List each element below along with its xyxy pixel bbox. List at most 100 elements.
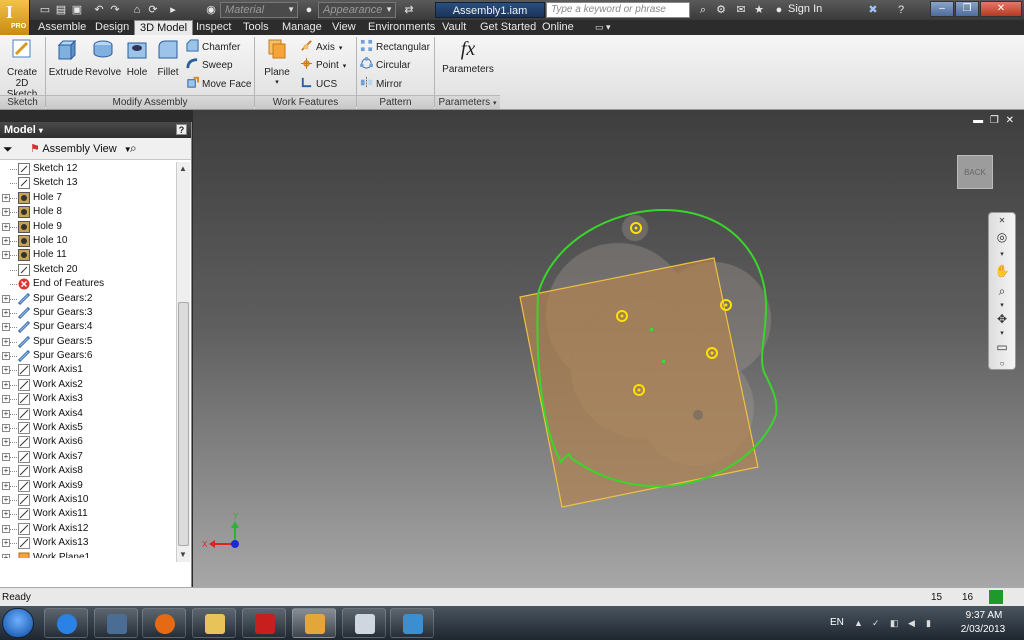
adjust-icon[interactable]: ⇄	[402, 3, 416, 17]
browser-tree-item[interactable]: + Hole 7	[0, 191, 175, 205]
expand-icon[interactable]: +	[2, 524, 10, 533]
browser-tree-item[interactable]: Sketch 20	[0, 263, 175, 277]
expand-icon[interactable]: +	[2, 553, 10, 558]
sketch-point[interactable]	[662, 360, 665, 363]
parameters-button[interactable]: fx Parameters	[440, 37, 496, 75]
browser-tree-item[interactable]: + Hole 11	[0, 248, 175, 262]
tab-3d-model[interactable]: 3D Model	[134, 20, 194, 35]
taskbar-app-2[interactable]	[94, 608, 138, 638]
clock-date[interactable]: 2/03/2013	[956, 624, 1010, 635]
look-at-icon[interactable]: ▭	[994, 339, 1010, 355]
close-button[interactable]: ✕	[980, 1, 1022, 17]
undo-icon[interactable]: ↶	[92, 3, 106, 17]
sweep-button[interactable]: Sweep	[186, 57, 233, 73]
scroll-thumb[interactable]	[178, 302, 189, 546]
viewcube[interactable]: BACK	[957, 155, 993, 189]
rectangular-pattern-button[interactable]: Rectangular	[360, 39, 430, 55]
expand-icon[interactable]: +	[2, 481, 10, 490]
expand-icon[interactable]: +	[2, 452, 10, 461]
create-sketch-button[interactable]: Create 2D Sketch	[0, 37, 44, 100]
browser-scrollbar[interactable]: ▲ ▼	[176, 162, 190, 562]
show-hidden-icon[interactable]: ▲	[854, 618, 864, 628]
tab-vault[interactable]: Vault	[437, 20, 471, 35]
browser-tree-item[interactable]: + Hole 9	[0, 220, 175, 234]
help-icon[interactable]: ?	[894, 3, 908, 17]
browser-tree-item[interactable]: + Work Axis12	[0, 522, 175, 536]
expand-icon[interactable]: +	[2, 409, 10, 418]
volume-icon[interactable]: ◀	[908, 618, 918, 628]
taskbar-firefox[interactable]	[142, 608, 186, 638]
browser-tree-item[interactable]: + Spur Gears:4	[0, 320, 175, 334]
taskbar-acrobat[interactable]	[242, 608, 286, 638]
zoom-icon[interactable]: ⌕	[994, 283, 1010, 299]
expand-icon[interactable]: +	[2, 323, 10, 332]
expand-icon[interactable]: +	[2, 208, 10, 217]
start-button[interactable]	[2, 608, 34, 638]
taskbar-inventor[interactable]	[292, 608, 336, 638]
appearance-dropdown[interactable]: Appearance ▼	[318, 2, 396, 18]
plane-button[interactable]: Plane ▾	[258, 37, 296, 86]
expand-icon[interactable]: +	[2, 495, 10, 504]
scroll-up-icon[interactable]: ▲	[179, 164, 187, 173]
axis-button[interactable]: Axis ▾	[300, 39, 342, 55]
browser-tree-item[interactable]: + Spur Gears:6	[0, 349, 175, 363]
browser-tree-item[interactable]: + Work Axis5	[0, 421, 175, 435]
browser-tree-item[interactable]: + Work Axis13	[0, 536, 175, 550]
expand-icon[interactable]: +	[2, 438, 10, 447]
find-icon[interactable]: ⌕	[130, 141, 137, 156]
tab-design[interactable]: Design	[90, 20, 134, 35]
clock-time[interactable]: 9:37 AM	[958, 610, 1010, 621]
redo-icon[interactable]: ↷	[108, 3, 122, 17]
browser-tree-item[interactable]: + Work Axis11	[0, 507, 175, 521]
update-icon[interactable]: ⟳	[146, 3, 160, 17]
browser-tree-item[interactable]: + Work Axis6	[0, 435, 175, 449]
circular-pattern-button[interactable]: Circular	[360, 57, 410, 73]
work-plane[interactable]	[519, 257, 759, 508]
tab-get-started[interactable]: Get Started	[475, 20, 541, 35]
expand-icon[interactable]: +	[2, 294, 10, 303]
browser-tree-item[interactable]: + Work Plane1	[0, 551, 175, 558]
expand-icon[interactable]: +	[2, 539, 10, 548]
browser-tree-item[interactable]: + Hole 10	[0, 234, 175, 248]
help-icon[interactable]: ?	[176, 124, 187, 135]
browser-tree-item[interactable]: + Work Axis7	[0, 450, 175, 464]
expand-icon[interactable]: +	[2, 366, 10, 375]
restore-icon[interactable]: ❐	[990, 115, 999, 126]
browser-tree-item[interactable]: + Work Axis10	[0, 493, 175, 507]
taskbar-explorer[interactable]	[192, 608, 236, 638]
assembly-view-dropdown[interactable]: ⚑ Assembly View ▼	[30, 142, 132, 155]
expand-icon[interactable]: +	[2, 337, 10, 346]
point-button[interactable]: Point ▾	[300, 57, 346, 73]
material-dropdown[interactable]: Material ▼	[220, 2, 298, 18]
close-icon[interactable]: ✕	[1006, 115, 1014, 126]
antivirus-icon[interactable]: ✓	[872, 618, 882, 628]
browser-tree-item[interactable]: End of Features	[0, 277, 175, 291]
expand-icon[interactable]: +	[2, 424, 10, 433]
browser-tree-item[interactable]: Sketch 12	[0, 162, 175, 176]
model-canvas[interactable]: X Y	[193, 110, 1024, 587]
expand-icon[interactable]: +	[2, 193, 10, 202]
mirror-button[interactable]: Mirror	[360, 76, 402, 92]
expand-icon[interactable]: +	[2, 308, 10, 317]
browser-tree-item[interactable]: + Work Axis2	[0, 378, 175, 392]
network-icon[interactable]: ◧	[890, 618, 900, 628]
select-icon[interactable]: ▸	[166, 3, 180, 17]
settings-icon[interactable]: ○	[994, 356, 1010, 372]
sketch-point[interactable]	[650, 328, 653, 331]
open-icon[interactable]: ▤	[54, 3, 68, 17]
browser-tree-item[interactable]: + Hole 8	[0, 205, 175, 219]
expand-icon[interactable]: +	[2, 510, 10, 519]
taskbar-photo[interactable]	[390, 608, 434, 638]
minimize-button[interactable]: –	[930, 1, 954, 17]
tab-manage[interactable]: Manage	[277, 20, 327, 35]
expand-icon[interactable]: +	[2, 380, 10, 389]
taskbar-paint[interactable]	[342, 608, 386, 638]
restore-button[interactable]: ❐	[955, 1, 979, 17]
browser-tree-item[interactable]: + Work Axis1	[0, 363, 175, 377]
search-input[interactable]: Type a keyword or phrase	[546, 2, 690, 18]
taskbar-ie[interactable]	[44, 608, 88, 638]
tab-assemble[interactable]: Assemble	[33, 20, 91, 35]
steering-wheel-icon[interactable]: ◎	[994, 229, 1010, 245]
move-face-button[interactable]: Move Face	[186, 76, 251, 92]
exchange-icon[interactable]: ✖	[866, 3, 880, 17]
